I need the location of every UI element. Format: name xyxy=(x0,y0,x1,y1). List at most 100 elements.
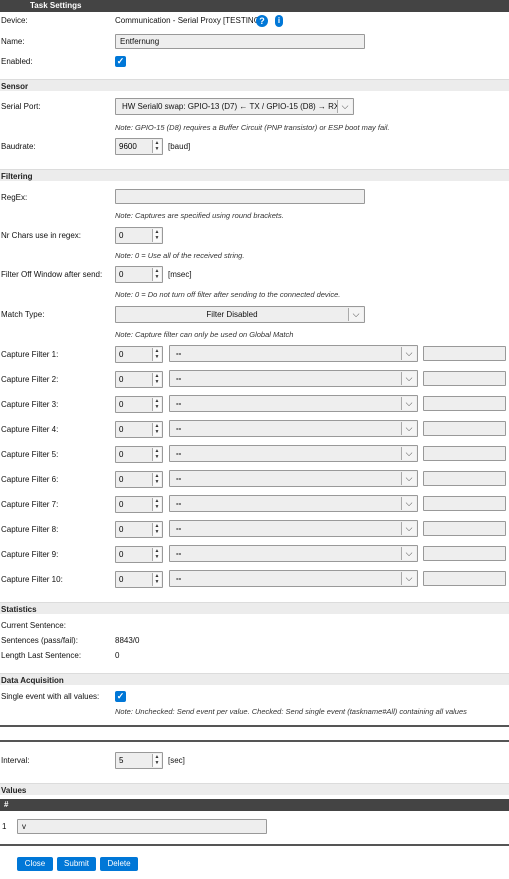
capture-filter-text-input[interactable] xyxy=(423,396,506,411)
divider xyxy=(0,844,509,846)
column-header: # xyxy=(4,800,9,809)
capture-filter-number-input[interactable]: 0 ▲ ▼ xyxy=(115,396,163,413)
close-button[interactable]: Close xyxy=(17,857,53,871)
capture-filter-operator-value: -- xyxy=(176,499,182,508)
regex-input[interactable] xyxy=(115,189,365,204)
capture-filter-number-input[interactable]: 0 ▲ ▼ xyxy=(115,546,163,563)
capture-filter-text-input[interactable] xyxy=(423,371,506,386)
baudrate-value: 9600 xyxy=(119,142,137,151)
spinner-icon[interactable]: ▲ ▼ xyxy=(152,373,161,386)
capture-filter-number-input[interactable]: 0 ▲ ▼ xyxy=(115,371,163,388)
capture-filter-operator-select[interactable]: -- ⌵ xyxy=(169,420,418,437)
capture-filter-operator-select[interactable]: -- ⌵ xyxy=(169,470,418,487)
capture-filter-number-input[interactable]: 0 ▲ ▼ xyxy=(115,421,163,438)
enabled-checkbox[interactable]: ✓ xyxy=(115,56,126,67)
capture-filter-text-input[interactable] xyxy=(423,496,506,511)
capture-filter-operator-select[interactable]: -- ⌵ xyxy=(169,495,418,512)
nr-chars-input[interactable]: 0 ▲ ▼ xyxy=(115,227,163,244)
name-input[interactable]: Entfernung xyxy=(115,34,365,49)
delete-button[interactable]: Delete xyxy=(100,857,138,871)
divider xyxy=(0,725,509,727)
info-icon[interactable]: i xyxy=(275,15,283,27)
capture-filter-text-input[interactable] xyxy=(423,571,506,586)
capture-filter-number-input[interactable]: 0 ▲ ▼ xyxy=(115,446,163,463)
spinner-icon[interactable]: ▲ ▼ xyxy=(152,348,161,361)
baudrate-input[interactable]: 9600 ▲ ▼ xyxy=(115,138,163,155)
capture-filter-text-input[interactable] xyxy=(423,546,506,561)
capture-filter-text-input[interactable] xyxy=(423,471,506,486)
serial-port-note: Note: GPIO-15 (D8) requires a Buffer Cir… xyxy=(115,123,390,132)
section-values: Values xyxy=(0,783,509,795)
submit-button[interactable]: Submit xyxy=(57,857,96,871)
spinner-icon[interactable]: ▲ ▼ xyxy=(152,523,161,536)
values-table-header: # xyxy=(0,799,509,811)
help-icon[interactable]: ? xyxy=(256,15,268,27)
spinner-icon[interactable]: ▲ ▼ xyxy=(152,268,161,281)
chevron-down-icon: ⌵ xyxy=(401,472,416,485)
capture-filter-label: Capture Filter 8: xyxy=(1,525,59,534)
chevron-down-icon: ⌵ xyxy=(401,497,416,510)
section-title: Data Acquisition xyxy=(1,676,64,685)
section-title: Values xyxy=(1,786,27,795)
capture-filter-text-input[interactable] xyxy=(423,446,506,461)
spinner-icon[interactable]: ▲ ▼ xyxy=(152,398,161,411)
match-type-note: Note: Capture filter can only be used on… xyxy=(115,330,294,339)
capture-filter-number-input[interactable]: 0 ▲ ▼ xyxy=(115,471,163,488)
chevron-down-icon: ⌵ xyxy=(401,522,416,535)
capture-filter-operator-select[interactable]: -- ⌵ xyxy=(169,545,418,562)
match-type-label: Match Type: xyxy=(1,310,45,319)
capture-filter-text-input[interactable] xyxy=(423,521,506,536)
spinner-icon[interactable]: ▲ ▼ xyxy=(152,423,161,436)
capture-filter-number-input[interactable]: 0 ▲ ▼ xyxy=(115,346,163,363)
capture-filter-operator-select[interactable]: -- ⌵ xyxy=(169,570,418,587)
match-type-select[interactable]: Filter Disabled ⌵ xyxy=(115,306,365,323)
capture-filter-operator-select[interactable]: -- ⌵ xyxy=(169,445,418,462)
spinner-icon[interactable]: ▲ ▼ xyxy=(152,754,161,767)
serial-port-select[interactable]: HW Serial0 swap: GPIO-13 (D7) ← TX / GPI… xyxy=(115,98,354,115)
section-data-acquisition: Data Acquisition xyxy=(0,673,509,685)
chevron-down-icon: ⌵ xyxy=(401,372,416,385)
serial-port-label: Serial Port: xyxy=(1,102,41,111)
match-type-value: Filter Disabled xyxy=(206,310,258,319)
baudrate-label: Baudrate: xyxy=(1,142,36,151)
nr-chars-label: Nr Chars use in regex: xyxy=(1,231,82,240)
interval-label: Interval: xyxy=(1,756,30,765)
chevron-down-icon: ⌵ xyxy=(401,347,416,360)
capture-filter-number-value: 0 xyxy=(119,425,124,434)
value-row-index: 1 xyxy=(2,822,7,831)
capture-filter-number-value: 0 xyxy=(119,500,124,509)
sentences-value: 8843/0 xyxy=(115,636,140,645)
capture-filter-operator-value: -- xyxy=(176,574,182,583)
check-icon: ✓ xyxy=(116,56,125,66)
filter-off-input[interactable]: 0 ▲ ▼ xyxy=(115,266,163,283)
spinner-icon[interactable]: ▲ ▼ xyxy=(152,573,161,586)
interval-input[interactable]: 5 ▲ ▼ xyxy=(115,752,163,769)
chevron-down-icon: ⌵ xyxy=(401,397,416,410)
capture-filter-label: Capture Filter 4: xyxy=(1,425,59,434)
regex-label: RegEx: xyxy=(1,193,28,202)
capture-filter-text-input[interactable] xyxy=(423,421,506,436)
spinner-icon[interactable]: ▲ ▼ xyxy=(152,548,161,561)
capture-filter-number-input[interactable]: 0 ▲ ▼ xyxy=(115,571,163,588)
capture-filter-number-input[interactable]: 0 ▲ ▼ xyxy=(115,521,163,538)
chevron-down-icon: ⌵ xyxy=(401,547,416,560)
chevron-down-icon: ⌵ xyxy=(401,447,416,460)
capture-filter-operator-select[interactable]: -- ⌵ xyxy=(169,370,418,387)
spinner-icon[interactable]: ▲ ▼ xyxy=(152,140,161,153)
spinner-icon[interactable]: ▲ ▼ xyxy=(152,473,161,486)
capture-filter-number-input[interactable]: 0 ▲ ▼ xyxy=(115,496,163,513)
capture-filter-number-value: 0 xyxy=(119,525,124,534)
name-label: Name: xyxy=(1,37,25,46)
check-icon: ✓ xyxy=(116,691,125,701)
capture-filter-operator-select[interactable]: -- ⌵ xyxy=(169,520,418,537)
spinner-icon[interactable]: ▲ ▼ xyxy=(152,448,161,461)
capture-filter-text-input[interactable] xyxy=(423,346,506,361)
interval-unit: [sec] xyxy=(168,756,185,765)
section-title: Sensor xyxy=(1,82,29,91)
single-event-checkbox[interactable]: ✓ xyxy=(115,691,126,702)
spinner-icon[interactable]: ▲ ▼ xyxy=(152,498,161,511)
capture-filter-operator-select[interactable]: -- ⌵ xyxy=(169,395,418,412)
value-name-input[interactable]: v xyxy=(17,819,267,834)
capture-filter-operator-select[interactable]: -- ⌵ xyxy=(169,345,418,362)
spinner-icon[interactable]: ▲ ▼ xyxy=(152,229,161,242)
